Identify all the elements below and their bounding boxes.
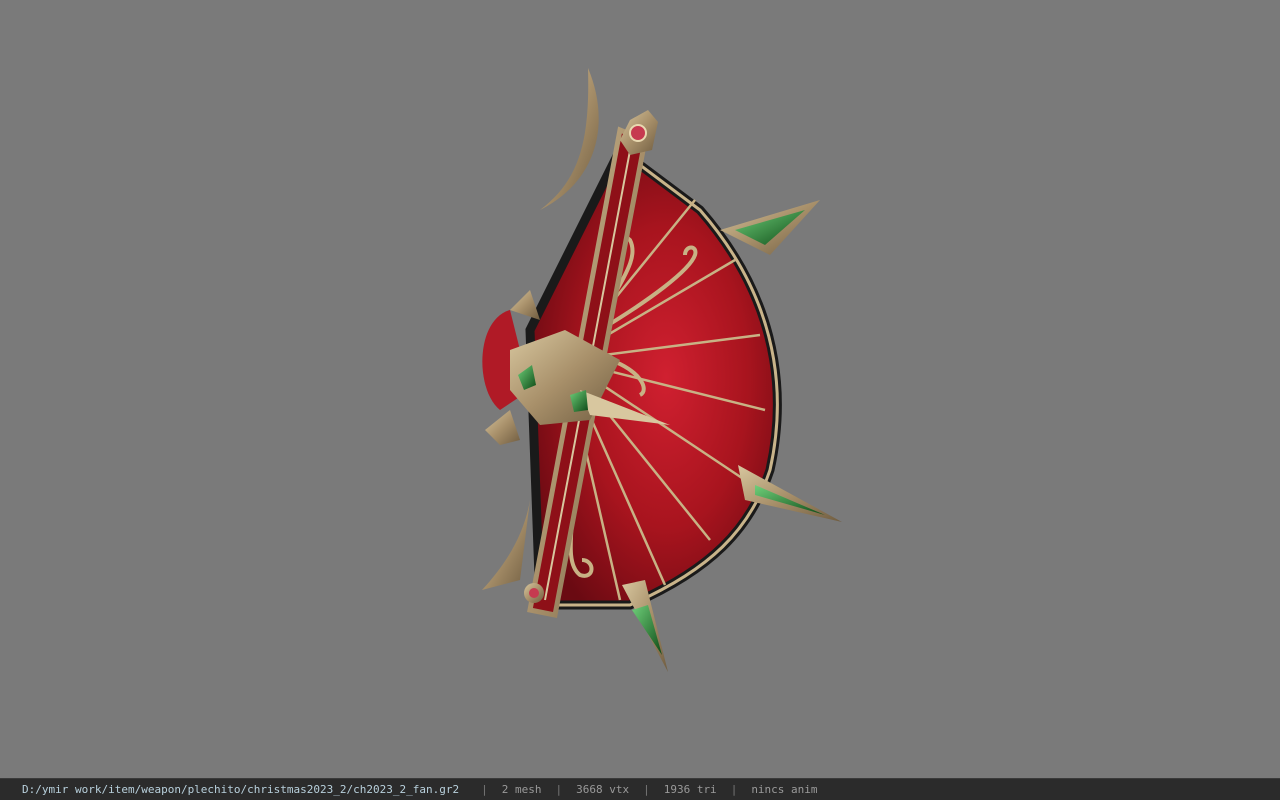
triangle-count: 1936 tri (663, 783, 717, 796)
separator: | (730, 783, 738, 796)
animation-status: nincs anim (751, 783, 818, 796)
separator: | (643, 783, 650, 796)
file-path: D:/ymir work/item/weapon/plechito/christ… (22, 783, 460, 796)
mesh-count: 2 mesh (501, 783, 542, 796)
separator: | (481, 783, 488, 796)
status-bar: D:/ymir work/item/weapon/plechito/christ… (0, 778, 1280, 800)
separator: | (555, 783, 563, 796)
model-viewport[interactable] (0, 0, 1280, 778)
vertex-count: 3668 vtx (576, 783, 630, 796)
fan-weapon-model (482, 68, 842, 672)
